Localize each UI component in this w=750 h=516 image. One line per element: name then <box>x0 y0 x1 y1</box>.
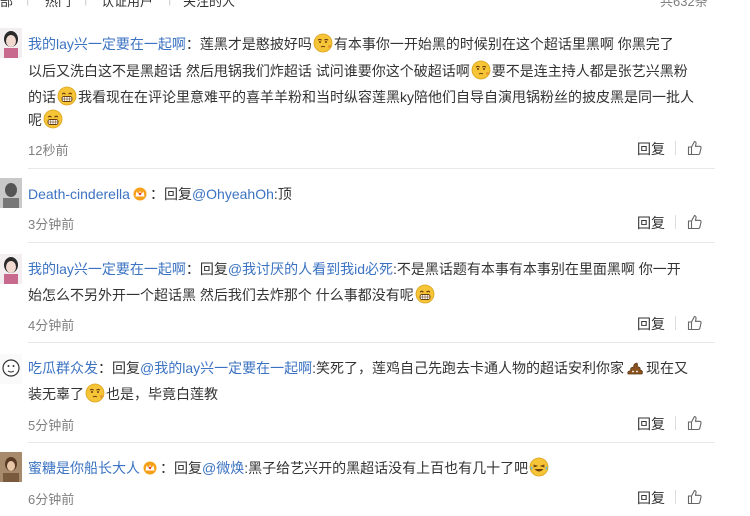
comment-text: :不是黑话题有本事有本事别在里面黑啊 你一开 <box>393 261 681 277</box>
reply-button[interactable]: 回复 <box>637 414 665 434</box>
grin-emoji-icon <box>43 109 63 129</box>
comment-time: 5分钟前 <box>28 418 75 433</box>
username-link[interactable]: 我的lay兴一定要在一起啊 <box>28 261 186 277</box>
colon: ： <box>149 186 164 202</box>
thinking-emoji-icon <box>313 33 333 53</box>
divider <box>675 141 676 155</box>
reply-prefix: 回复 <box>163 186 192 202</box>
reply-button[interactable]: 回复 <box>637 213 665 233</box>
comment-text: 装无辜了 <box>28 386 84 402</box>
colon: ： <box>98 360 112 376</box>
reply-button[interactable]: 回复 <box>637 488 665 508</box>
like-icon[interactable] <box>687 214 703 230</box>
divider <box>28 342 715 343</box>
comment-time: 6分钟前 <box>28 492 75 507</box>
reply-prefix: 回复 <box>174 460 202 476</box>
mention-link[interactable]: @我讨厌的人看到我id必死 <box>228 261 393 277</box>
comment-text: 有本事你一开始黑的时候别在这个超话里黑啊 你黑完了 <box>333 36 674 52</box>
comment-time: 12秒前 <box>28 143 69 158</box>
comment-text: :黑子给艺兴开的黑超话没有上百也有几十了吧 <box>244 460 529 476</box>
thinking-emoji-icon <box>85 383 105 403</box>
comment-text: 现在又 <box>646 360 688 376</box>
mention-link[interactable]: @OhyeahOh <box>192 186 274 202</box>
vip-crown-icon <box>132 187 148 201</box>
comment-text: :笑死了，莲鸡自己先跑去卡通人物的超话安利你家 <box>312 360 624 376</box>
colon: ： <box>185 36 200 52</box>
username-link[interactable]: 我的lay兴一定要在一起啊 <box>28 36 186 52</box>
comment-filter-bar: 部 | 热门 | 认证用户 | 关注的人 共632条 <box>0 0 750 10</box>
poop-emoji-icon <box>625 357 645 377</box>
divider <box>675 490 676 504</box>
comment-text: 呢 <box>28 112 42 128</box>
username-link[interactable]: Death-cinderella <box>28 186 130 202</box>
reply-button[interactable]: 回复 <box>637 139 665 159</box>
comment-text: 要不是连主持人都是张艺兴黑粉 <box>491 63 688 79</box>
comment-text: 的话 <box>28 89 56 105</box>
tab-following[interactable]: 关注的人 <box>183 0 235 10</box>
vip-crown-icon <box>142 461 158 475</box>
reply-prefix: 回复 <box>199 261 228 277</box>
like-icon[interactable] <box>687 315 703 331</box>
colon: ： <box>160 460 174 476</box>
laugh-cry-emoji-icon <box>529 457 549 477</box>
tab-separator: | <box>84 0 87 6</box>
comment-time: 4分钟前 <box>28 318 75 333</box>
comment-text: 以后又洗白这不是黑超话 然后甩锅我们炸超话 试问谁要你这个破超话啊 <box>28 63 470 79</box>
colon: ： <box>185 261 200 277</box>
avatar[interactable] <box>0 354 22 384</box>
divider <box>28 168 715 169</box>
tab-verified[interactable]: 认证用户 <box>101 0 153 10</box>
tab-separator: | <box>168 0 171 6</box>
like-icon[interactable] <box>687 140 703 156</box>
like-icon[interactable] <box>687 415 703 431</box>
username-link[interactable]: 吃瓜群众发 <box>28 360 98 376</box>
username-link[interactable]: 蜜糖是你船长大人 <box>28 460 140 476</box>
reply-prefix: 回复 <box>112 360 140 376</box>
comment-text: 始怎么不另外开一个超话黑 然后我们去炸那个 什么事都没有呢 <box>28 287 414 303</box>
avatar[interactable] <box>0 452 22 482</box>
grin-emoji-icon <box>57 86 77 106</box>
divider <box>675 416 676 430</box>
divider <box>28 442 715 443</box>
divider <box>675 215 676 229</box>
tab-separator: | <box>26 0 29 6</box>
comment-text: 莲黑才是憨披好吗 <box>199 36 312 52</box>
avatar[interactable] <box>0 178 22 208</box>
comment-text: 我看现在在评论里意难平的喜羊羊粉和当时纵容莲黑ky陪他们自导自演甩锅粉丝的披皮黑… <box>78 89 694 105</box>
comment-text: :顶 <box>273 186 292 202</box>
mention-link[interactable]: @我的lay兴一定要在一起啊 <box>140 360 312 376</box>
divider <box>675 316 676 330</box>
thinking-emoji-icon <box>471 60 491 80</box>
divider <box>28 242 715 243</box>
comment-total-count: 共632条 <box>660 0 708 9</box>
comment-time: 3分钟前 <box>28 217 75 232</box>
reply-button[interactable]: 回复 <box>637 314 665 334</box>
tab-all[interactable]: 部 <box>0 0 13 10</box>
grin-emoji-icon <box>415 284 435 304</box>
avatar[interactable] <box>0 254 22 284</box>
comment-text: 也是，毕竟白莲教 <box>106 386 218 402</box>
like-icon[interactable] <box>687 489 703 505</box>
avatar[interactable] <box>0 28 22 58</box>
tab-hot[interactable]: 热门 <box>45 0 71 10</box>
mention-link[interactable]: @微焕 <box>202 460 244 476</box>
